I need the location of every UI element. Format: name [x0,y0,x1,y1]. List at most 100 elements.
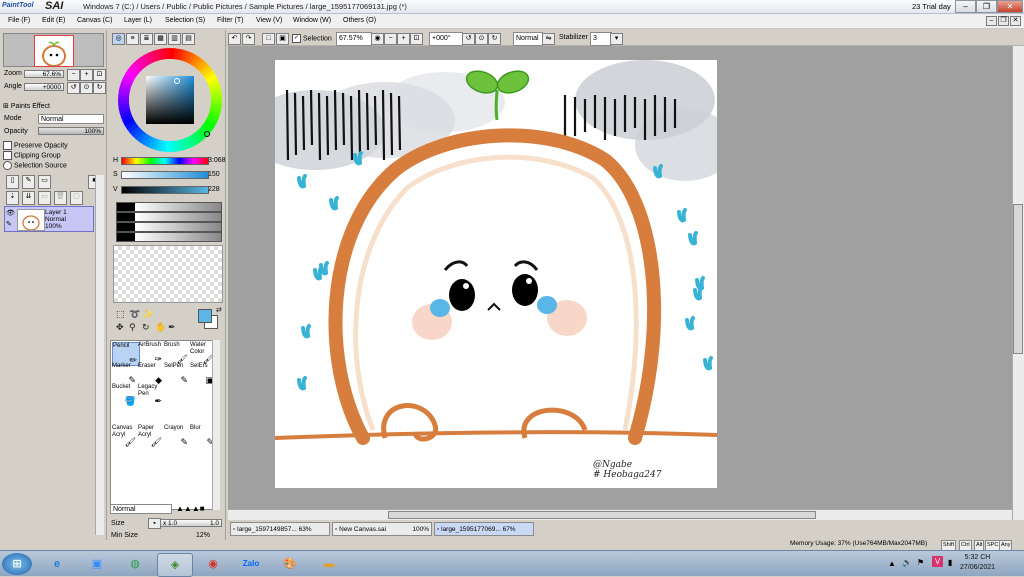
menu-filter[interactable]: Filter (T) [217,17,243,24]
paint-icon[interactable]: 🎨 [273,553,307,575]
rotate-left-icon[interactable]: ↺ [462,33,475,45]
nav-rotate-right-icon[interactable]: ↻ [93,82,106,94]
delete-layer-icon[interactable]: 🗑 [54,191,67,205]
rotate-reset-icon[interactable]: ⊙ [475,33,488,45]
brush-airbrush[interactable]: AirBrush ✑ [138,342,164,364]
zoom-fit-icon[interactable]: ⊡ [410,33,423,45]
taskbar-clock[interactable]: 5:32 CH 27/06/2021 [960,553,995,573]
lasso-icon[interactable]: ➰ [129,309,140,320]
chrome-icon[interactable]: ◉ [196,553,230,575]
menu-file[interactable]: File (F) [8,17,30,24]
zoom-slider[interactable]: 67.6% [24,70,64,78]
preserve-opacity-checkbox[interactable] [3,141,12,150]
clear-layer-icon[interactable]: ▭ [38,191,51,205]
layer-edit-icon[interactable]: ✎ [6,220,12,228]
nav-zoom-in-icon[interactable]: + [80,69,93,81]
paints-effect-header[interactable]: ⊞ Paints Effect [3,102,50,110]
new-linework-layer-icon[interactable]: ✎ [22,175,35,189]
close-button[interactable]: ✕ [997,0,1023,13]
swatch-tab-icon[interactable]: ▦ [154,33,167,45]
move-icon[interactable]: ✥ [116,322,124,333]
rect-select-icon[interactable]: ⬚ [116,309,125,320]
mdi-restore-button[interactable]: ❐ [998,16,1009,26]
brush-selpen[interactable]: SelPen ✎ [164,363,190,385]
navigator-preview[interactable] [3,33,104,67]
nav-zoom-fit-icon[interactable]: ⊡ [93,69,106,81]
visibility-eye-icon[interactable]: 👁 [6,209,15,217]
color-wheel-tab-icon[interactable]: ◎ [112,33,125,45]
brush-crayon[interactable]: Crayon ✎ [164,425,190,447]
document-tab-active[interactable]: ▫ large_1595177069... 67% [434,522,534,536]
brush-bucket[interactable]: Bucket 🪣 [112,384,138,406]
scratchpad-tab-icon[interactable]: ▤ [182,33,195,45]
blend-mode-field[interactable]: Normal [513,32,543,46]
paint-tool-sai-taskbar-icon[interactable]: ◈ [157,553,193,577]
minimize-button[interactable]: – [955,0,976,13]
hand-tool-icon[interactable]: ✋ [155,322,166,333]
canvas-workspace[interactable]: @Ngabe # Heobaga247 [228,46,1024,520]
volume-icon[interactable]: 🔊 [902,558,912,567]
layer-item[interactable]: 👁 ✎ Layer 1 Normal 100% [4,206,94,232]
grayscale-row-3[interactable] [116,222,222,232]
menu-view[interactable]: View (V) [256,17,282,24]
hue-bar[interactable] [121,157,209,165]
menu-window[interactable]: Window (W) [293,17,331,24]
brush-eraser[interactable]: Eraser ◆ [138,363,164,385]
magic-wand-icon[interactable]: ✨ [142,309,153,320]
angle-field[interactable]: +000° [429,32,463,46]
maximize-button[interactable]: ❐ [976,0,997,13]
flag-icon[interactable]: ⚑ [917,558,924,567]
internet-explorer-icon[interactable]: e [40,553,74,575]
brush-paper-acryl[interactable]: Paper Acryl 🖌 [138,425,164,447]
new-folder-icon[interactable]: ▭ [38,175,51,189]
undo-icon[interactable]: ↶ [228,33,241,45]
document-tab[interactable]: ▫ New Canvas.sai 100% [332,522,432,536]
nav-zoom-out-icon[interactable]: − [67,69,80,81]
brush-size-slider[interactable]: x 1.0 1.0 [160,519,222,527]
menu-selection[interactable]: Selection (S) [165,17,205,24]
stabilizer-field[interactable]: 3 [590,32,612,46]
vertical-scroll-thumb[interactable] [1013,204,1023,354]
layer-opacity-slider[interactable]: 100% [38,127,104,135]
file-explorer-icon[interactable]: ▬ [312,553,346,575]
mixer-tab-icon[interactable]: ▥ [168,33,181,45]
saturation-bar[interactable] [121,171,209,179]
mdi-close-button[interactable]: ✕ [1010,16,1021,26]
preserve-opacity-option[interactable]: Preserve Opacity [3,141,68,150]
menu-others[interactable]: Others (O) [343,17,376,24]
grayscale-row-4[interactable] [116,232,222,242]
zoom-in-icon[interactable]: + [397,33,410,45]
zoom-field[interactable]: 67.57% [336,32,372,46]
rotate-right-icon[interactable]: ↻ [488,33,501,45]
layer-mode-select[interactable]: Normal [38,114,104,124]
deselect-icon[interactable]: □ [262,33,275,45]
selection-checkbox[interactable]: ✓ [292,34,301,43]
color-swatch-grid[interactable] [113,245,223,303]
layer-scrollbar[interactable] [95,175,104,535]
navigator-viewport[interactable] [34,35,74,67]
flip-icon[interactable]: ⇋ [542,33,555,45]
start-orb-icon[interactable]: ⊞ [2,553,32,575]
new-layer-icon[interactable]: ▯ [6,175,19,189]
clipping-group-checkbox[interactable] [3,151,12,160]
rotate-tool-icon[interactable]: ↻ [142,322,150,333]
transfer-down-icon[interactable]: ⇣ [6,191,19,205]
angle-slider[interactable]: +0000 [24,83,64,91]
brush-legacy-pen[interactable]: Legacy Pen ✒ [138,384,164,406]
zoom-tool-icon[interactable]: ⚲ [129,322,136,333]
horizontal-scroll-thumb[interactable] [388,511,816,519]
swap-colors-icon[interactable]: ⇄ [216,306,222,314]
network-icon[interactable]: ▮ [948,558,952,567]
brush-marker[interactable]: Marker ✎ [112,363,138,385]
hsv-slider-tab-icon[interactable]: ≣ [140,33,153,45]
brush-blend-select[interactable]: Normal [110,504,172,514]
nav-rotate-reset-icon[interactable]: ⊙ [80,82,93,94]
grayscale-row-1[interactable] [116,202,222,212]
stabilizer-dropdown-icon[interactable]: ▾ [610,33,623,45]
gallery-app-icon[interactable]: ◍ [118,553,152,575]
eyedropper-icon[interactable]: ✒ [168,322,176,333]
zoom-app-icon[interactable]: ▣ [80,553,114,575]
menu-canvas[interactable]: Canvas (C) [77,17,112,24]
document-tab[interactable]: ▫ large_1597149857... 63% [230,522,330,536]
brush-scrollbar[interactable] [212,340,220,510]
